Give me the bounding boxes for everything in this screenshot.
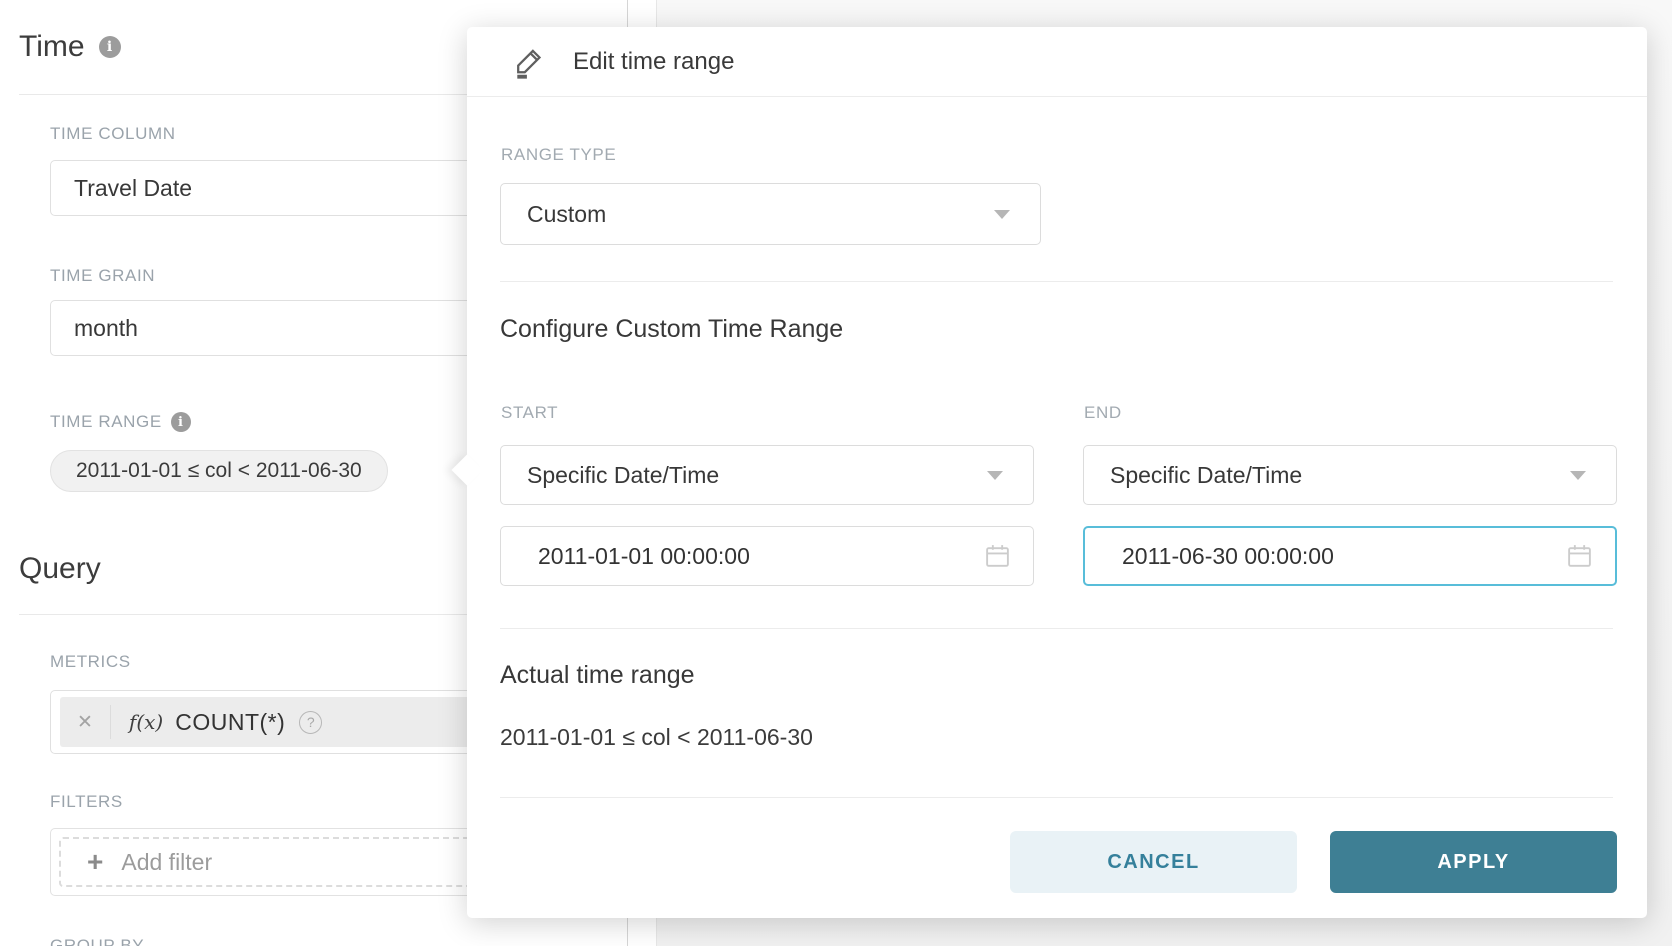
popover-arrow bbox=[451, 454, 482, 485]
range-type-value: Custom bbox=[501, 201, 606, 228]
end-mode-select[interactable]: Specific Date/Time bbox=[1083, 445, 1617, 505]
popover-divider bbox=[500, 628, 1613, 629]
popover-header: Edit time range bbox=[467, 27, 1647, 97]
popover-title: Edit time range bbox=[573, 48, 734, 76]
time-grain-value: month bbox=[51, 315, 138, 342]
footer-divider bbox=[500, 797, 1613, 798]
end-datetime-input[interactable]: 2011-06-30 00:00:00 bbox=[1083, 526, 1617, 586]
function-icon: f(x) bbox=[129, 710, 163, 734]
metric-name: COUNT(*) bbox=[175, 709, 285, 736]
time-section-title: Time bbox=[19, 30, 85, 64]
start-mode-value: Specific Date/Time bbox=[501, 462, 719, 489]
range-type-label: RANGE TYPE bbox=[501, 145, 616, 165]
query-section-title: Query bbox=[19, 552, 101, 586]
popover-divider bbox=[500, 281, 1613, 282]
chevron-down-icon bbox=[987, 471, 1003, 480]
time-column-label: TIME COLUMN bbox=[50, 124, 176, 144]
time-column-value: Travel Date bbox=[51, 175, 192, 202]
configure-section-title: Configure Custom Time Range bbox=[500, 315, 843, 344]
end-datetime-value: 2011-06-30 00:00:00 bbox=[1085, 543, 1334, 570]
edit-time-range-popover: Edit time range RANGE TYPE Custom Config… bbox=[467, 27, 1647, 918]
start-mode-select[interactable]: Specific Date/Time bbox=[500, 445, 1034, 505]
calendar-icon[interactable] bbox=[1566, 543, 1593, 570]
end-label: END bbox=[1084, 403, 1122, 423]
chevron-down-icon bbox=[1570, 471, 1586, 480]
plus-icon: + bbox=[87, 846, 103, 878]
actual-range-title: Actual time range bbox=[500, 661, 695, 690]
info-icon[interactable]: i bbox=[171, 412, 191, 432]
start-label: START bbox=[501, 403, 558, 423]
range-type-select[interactable]: Custom bbox=[500, 183, 1041, 245]
time-section-heading: Time i bbox=[19, 30, 121, 64]
explore-view: Time i TIME COLUMN Travel Date TIME GRAI… bbox=[0, 0, 1672, 946]
filters-label: FILTERS bbox=[50, 792, 123, 812]
time-grain-label: TIME GRAIN bbox=[50, 266, 155, 286]
start-datetime-value: 2011-01-01 00:00:00 bbox=[501, 543, 750, 570]
apply-button[interactable]: APPLY bbox=[1330, 831, 1617, 893]
start-datetime-input[interactable]: 2011-01-01 00:00:00 bbox=[500, 526, 1034, 586]
end-mode-value: Specific Date/Time bbox=[1084, 462, 1302, 489]
group-by-label: GROUP BY bbox=[50, 936, 144, 946]
remove-metric-icon[interactable]: ✕ bbox=[60, 711, 110, 734]
chip-separator bbox=[110, 705, 111, 739]
pencil-icon bbox=[511, 44, 547, 80]
actual-range-value: 2011-01-01 ≤ col < 2011-06-30 bbox=[500, 724, 813, 751]
add-filter-label: Add filter bbox=[121, 849, 212, 876]
query-section-heading: Query bbox=[19, 552, 101, 586]
metrics-label: METRICS bbox=[50, 652, 131, 672]
time-range-label: TIME RANGE i bbox=[50, 412, 191, 432]
chevron-down-icon bbox=[994, 210, 1010, 219]
time-range-pill-text: 2011-01-01 ≤ col < 2011-06-30 bbox=[76, 459, 362, 483]
cancel-button[interactable]: CANCEL bbox=[1010, 831, 1297, 893]
time-range-pill[interactable]: 2011-01-01 ≤ col < 2011-06-30 bbox=[50, 450, 388, 492]
calendar-icon[interactable] bbox=[984, 543, 1011, 570]
help-icon[interactable]: ? bbox=[299, 711, 322, 734]
info-icon[interactable]: i bbox=[99, 36, 121, 58]
time-range-label-text: TIME RANGE bbox=[50, 412, 162, 432]
